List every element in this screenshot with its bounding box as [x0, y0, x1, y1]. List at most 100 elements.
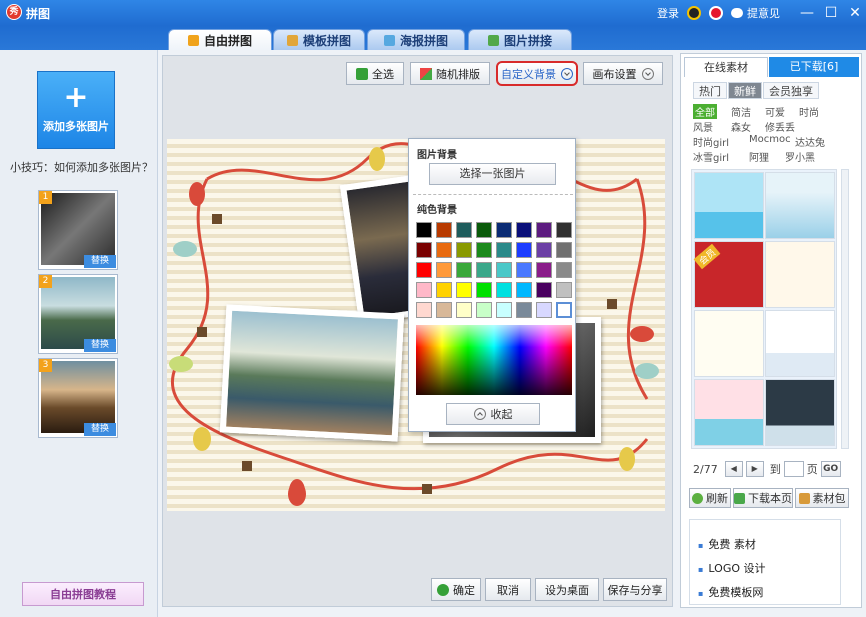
color-swatch[interactable] — [496, 282, 512, 298]
set-desktop-button[interactable]: 设为桌面 — [535, 578, 599, 601]
color-spectrum-picker[interactable] — [416, 325, 572, 395]
material-item[interactable] — [765, 241, 835, 308]
link-free-templates[interactable]: 免费模板网 — [698, 584, 763, 600]
category-item[interactable]: 冰雪girl — [693, 149, 729, 164]
prev-page-button[interactable]: ◀ — [724, 461, 743, 477]
material-item[interactable] — [765, 379, 835, 446]
page-input[interactable] — [783, 461, 804, 477]
color-swatch[interactable] — [436, 242, 452, 258]
color-swatch[interactable] — [476, 302, 492, 318]
color-swatch[interactable] — [456, 222, 472, 238]
category-item[interactable]: 风景 — [693, 119, 713, 134]
segment-member[interactable]: 会员独享 — [763, 82, 819, 99]
download-page-button[interactable]: 下载本页 — [733, 488, 793, 508]
color-swatch[interactable] — [516, 262, 532, 278]
choose-image-button[interactable]: 选择一张图片 — [429, 163, 556, 185]
category-item[interactable]: 时尚 — [799, 104, 819, 119]
material-scrollbar[interactable] — [841, 169, 849, 449]
tab-template-collage[interactable]: 模板拼图 — [273, 29, 365, 51]
color-swatch[interactable] — [436, 262, 452, 278]
tab-online-materials[interactable]: 在线素材 — [684, 57, 768, 77]
color-swatch[interactable] — [436, 222, 452, 238]
color-swatch[interactable] — [556, 222, 572, 238]
thumbnail-1[interactable]: 1 替换 — [38, 190, 118, 270]
tab-free-collage[interactable]: 自由拼图 — [168, 29, 272, 51]
refresh-button[interactable]: 刷新 — [689, 488, 731, 508]
category-item[interactable]: Mocmoc — [749, 134, 791, 145]
category-item[interactable]: 全部 — [693, 104, 717, 119]
link-logo-design[interactable]: LOGO 设计 — [698, 560, 765, 576]
replace-button[interactable]: 替换 — [84, 339, 116, 352]
thumbnail-2[interactable]: 2 替换 — [38, 274, 118, 354]
link-free-materials[interactable]: 免费 素材 — [698, 536, 756, 552]
material-pack-button[interactable]: 素材包 — [795, 488, 849, 508]
add-images-button[interactable]: + 添加多张图片 — [37, 71, 115, 149]
color-swatch[interactable] — [456, 282, 472, 298]
color-swatch[interactable] — [476, 242, 492, 258]
color-swatch[interactable] — [496, 222, 512, 238]
color-swatch[interactable] — [456, 302, 472, 318]
category-item[interactable]: 森女 — [731, 119, 751, 134]
canvas-settings-button[interactable]: 画布设置 — [583, 62, 663, 85]
select-all-button[interactable]: 全选 — [346, 62, 404, 85]
material-item[interactable] — [694, 172, 764, 239]
color-swatch[interactable] — [476, 262, 492, 278]
tutorial-button[interactable]: 自由拼图教程 — [22, 582, 144, 606]
random-layout-button[interactable]: 随机排版 — [410, 62, 490, 85]
color-swatch[interactable] — [556, 262, 572, 278]
material-item[interactable] — [694, 310, 764, 377]
tab-poster-collage[interactable]: 海报拼图 — [367, 29, 465, 51]
tip-link[interactable]: 小技巧：如何添加多张图片？ — [10, 159, 153, 175]
photo-wedding-lake[interactable] — [219, 304, 405, 442]
tab-image-stitch[interactable]: 图片拼接 — [468, 29, 572, 51]
login-link[interactable]: 登录 — [657, 5, 679, 21]
feedback-link[interactable]: 提意见 — [747, 5, 780, 21]
color-swatch[interactable] — [536, 222, 552, 238]
color-swatch[interactable] — [476, 282, 492, 298]
color-swatch[interactable] — [516, 282, 532, 298]
color-swatch[interactable] — [516, 242, 532, 258]
custom-background-button[interactable]: 自定义背景 — [496, 61, 578, 86]
segment-hot[interactable]: 热门 — [693, 82, 727, 99]
category-item[interactable]: 简洁 — [731, 104, 751, 119]
segment-new[interactable]: 新鲜 — [728, 82, 762, 99]
color-swatch[interactable] — [436, 282, 452, 298]
thumbnail-3[interactable]: 3 替换 — [38, 358, 118, 438]
next-page-button[interactable]: ▶ — [745, 461, 764, 477]
go-button[interactable]: GO — [820, 461, 841, 477]
category-item[interactable]: 阿狸 — [749, 149, 769, 164]
category-item[interactable]: 时尚girl — [693, 134, 729, 149]
color-swatch[interactable] — [456, 262, 472, 278]
color-swatch[interactable] — [496, 242, 512, 258]
category-item[interactable]: 修丢丢 — [765, 119, 795, 134]
color-swatch[interactable] — [456, 242, 472, 258]
category-item[interactable]: 罗小黑 — [785, 149, 815, 164]
color-swatch[interactable] — [536, 302, 552, 318]
qq-icon[interactable] — [687, 6, 701, 20]
color-swatch[interactable] — [556, 282, 572, 298]
weibo-icon[interactable] — [709, 6, 723, 20]
color-swatch[interactable] — [516, 302, 532, 318]
color-swatch[interactable] — [416, 242, 432, 258]
color-swatch[interactable] — [536, 282, 552, 298]
color-swatch[interactable] — [416, 262, 432, 278]
collapse-button[interactable]: 收起 — [446, 403, 540, 425]
material-item[interactable]: 会员 — [693, 241, 764, 308]
ok-button[interactable]: 确定 — [431, 578, 481, 601]
cancel-button[interactable]: 取消 — [485, 578, 531, 601]
color-swatch[interactable] — [416, 222, 432, 238]
color-swatch[interactable] — [536, 262, 552, 278]
color-swatch[interactable] — [516, 222, 532, 238]
color-swatch[interactable] — [496, 302, 512, 318]
tab-downloaded[interactable]: 已下载[6] — [769, 57, 859, 77]
color-swatch[interactable] — [556, 242, 572, 258]
color-swatch[interactable] — [476, 222, 492, 238]
minimize-button[interactable]: — — [796, 3, 818, 23]
color-swatch[interactable] — [536, 242, 552, 258]
color-swatch[interactable] — [496, 262, 512, 278]
category-item[interactable]: 达达兔 — [795, 134, 825, 149]
color-swatch[interactable] — [556, 302, 572, 318]
save-share-button[interactable]: 保存与分享 — [603, 578, 667, 601]
replace-button[interactable]: 替换 — [84, 423, 116, 436]
material-item[interactable] — [765, 172, 835, 239]
